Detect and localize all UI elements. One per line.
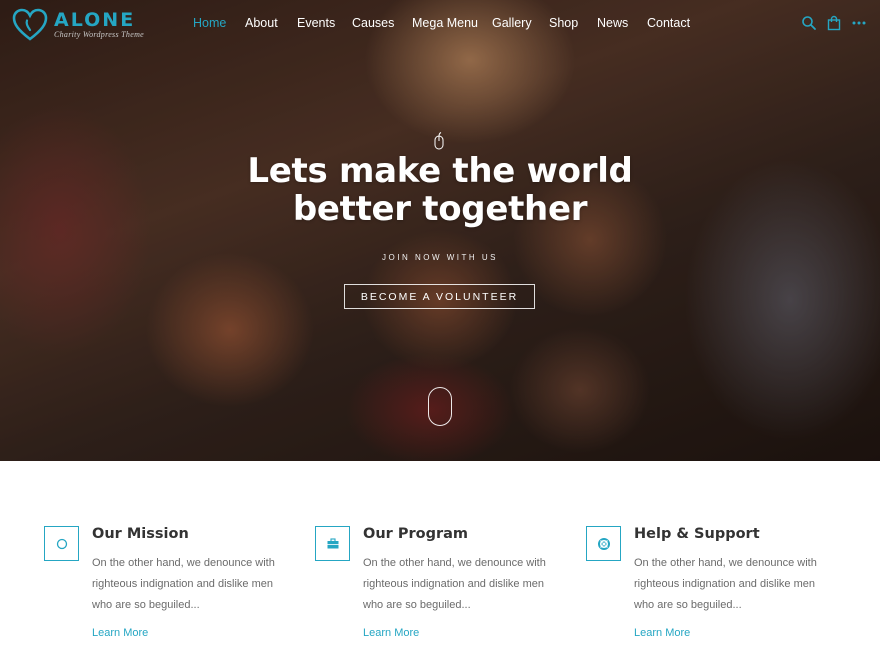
- nav-item-causes[interactable]: Causes: [352, 16, 394, 30]
- nav-item-gallery[interactable]: Gallery: [492, 16, 532, 30]
- nav-item-home[interactable]: Home: [193, 16, 226, 30]
- briefcase-icon: [327, 537, 338, 548]
- feature-icon-box: [586, 526, 621, 561]
- nav-item-shop[interactable]: Shop: [549, 16, 578, 30]
- feature-our-program: Our Program On the other hand, we denoun…: [315, 526, 575, 656]
- hero-title: Lets make the world better together: [0, 152, 880, 228]
- mouse-icon: [434, 132, 444, 150]
- shopping-bag-icon[interactable]: [826, 15, 842, 31]
- feature-description: On the other hand, we denounce with righ…: [634, 557, 817, 611]
- search-icon[interactable]: [801, 15, 817, 31]
- learn-more-link[interactable]: Learn More: [92, 627, 148, 639]
- nav-item-mega-menu[interactable]: Mega Menu: [412, 16, 478, 30]
- hero-section: ALONE Charity Wordpress Theme Home About…: [0, 0, 880, 461]
- learn-more-link[interactable]: Learn More: [634, 627, 690, 639]
- feature-description: On the other hand, we denounce with righ…: [363, 557, 546, 611]
- hero-title-line-2: better together: [292, 189, 588, 229]
- hero-subtitle: JOIN NOW WITH US: [382, 253, 498, 262]
- main-navigation: Home About Events Causes Mega Menu Galle…: [0, 16, 880, 32]
- become-volunteer-button[interactable]: BECOME A VOLUNTEER: [344, 284, 535, 309]
- feature-our-mission: Our Mission On the other hand, we denoun…: [44, 526, 304, 656]
- feature-icon-box: [315, 526, 350, 561]
- circle-icon: [56, 538, 67, 549]
- brand-tagline: Charity Wordpress Theme: [54, 30, 145, 39]
- more-dots-icon[interactable]: [851, 15, 867, 31]
- feature-title: Our Program: [363, 526, 469, 542]
- scroll-mouse-icon[interactable]: [428, 387, 452, 426]
- nav-item-about[interactable]: About: [245, 16, 278, 30]
- nav-item-news[interactable]: News: [597, 16, 628, 30]
- feature-description: On the other hand, we denounce with righ…: [92, 557, 275, 611]
- nav-item-contact[interactable]: Contact: [647, 16, 690, 30]
- hero-title-line-1: Lets make the world: [247, 151, 633, 191]
- learn-more-link[interactable]: Learn More: [363, 627, 419, 639]
- feature-title: Our Mission: [92, 526, 189, 542]
- nav-item-events[interactable]: Events: [297, 16, 335, 30]
- feature-help-support: Help & Support On the other hand, we den…: [586, 526, 846, 656]
- feature-icon-box: [44, 526, 79, 561]
- feature-title: Help & Support: [634, 526, 760, 542]
- lifebuoy-icon: [597, 537, 610, 550]
